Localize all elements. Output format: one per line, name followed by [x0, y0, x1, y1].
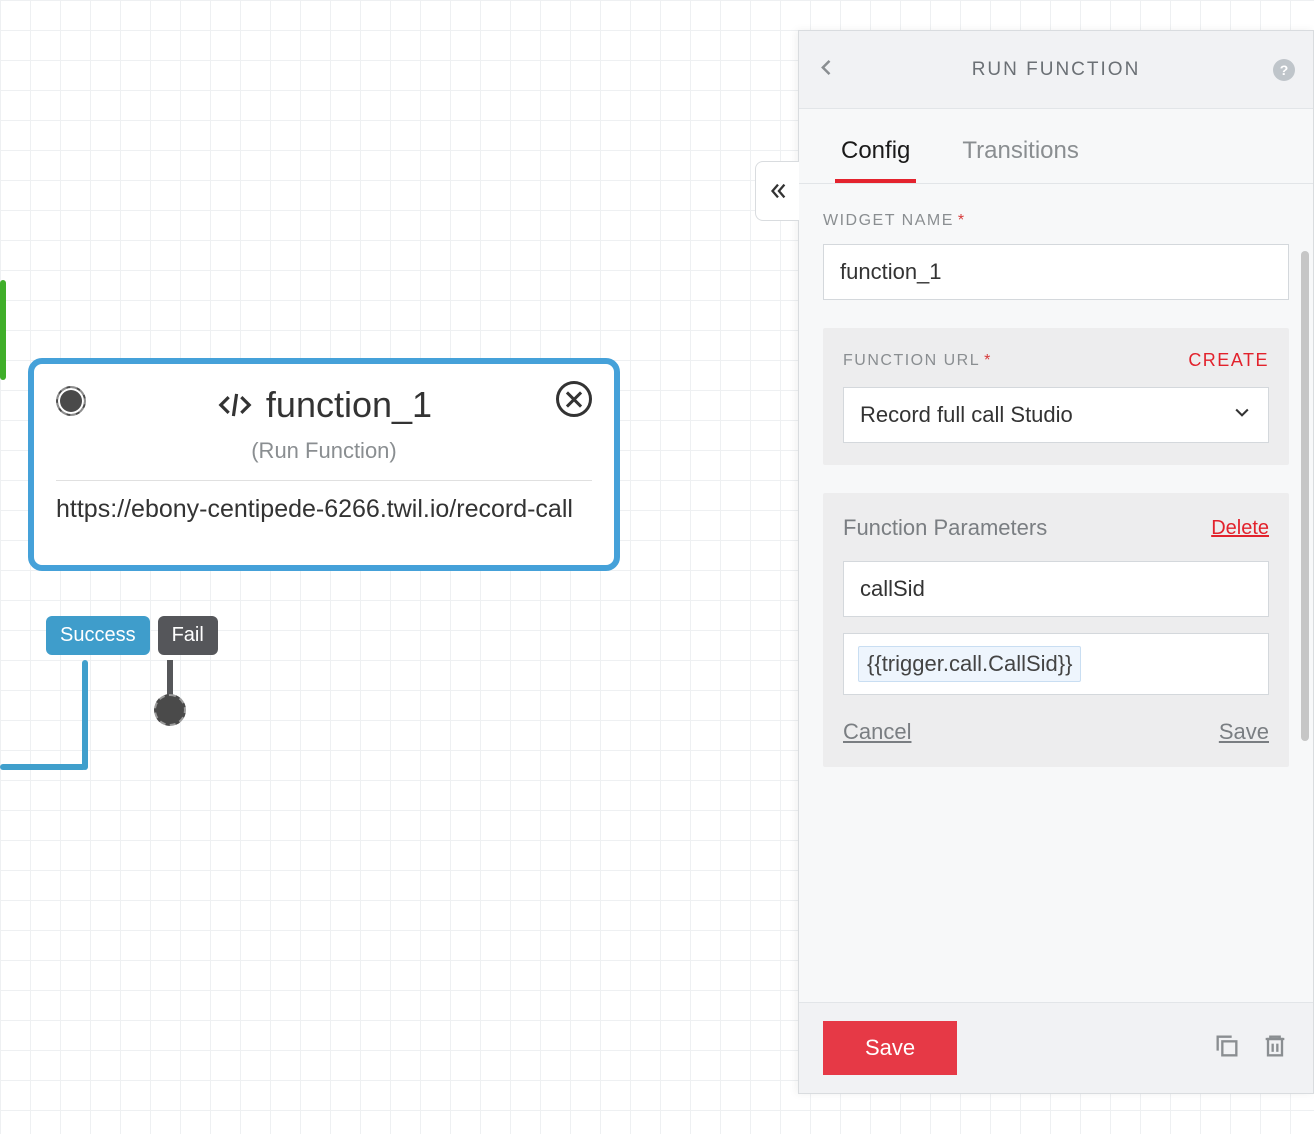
panel-header: RUN FUNCTION ?	[799, 31, 1313, 109]
connector-success-h	[0, 764, 86, 770]
function-parameters-section: Function Parameters Delete {{trigger.cal…	[823, 493, 1289, 767]
widget-name-input[interactable]	[823, 244, 1289, 300]
widget-name-label: WIDGET NAME*	[823, 212, 1289, 230]
widget-subtitle: (Run Function)	[56, 438, 592, 464]
connector-success	[82, 660, 88, 770]
panel-tabs: Config Transitions	[799, 121, 1313, 184]
panel-title: RUN FUNCTION	[972, 59, 1141, 81]
tab-transitions[interactable]: Transitions	[956, 121, 1084, 183]
param-key-input[interactable]	[843, 561, 1269, 617]
save-button[interactable]: Save	[823, 1021, 957, 1075]
chevron-down-icon	[1232, 402, 1252, 428]
function-url-label: FUNCTION URL*	[843, 352, 992, 370]
widget-card[interactable]: function_1 (Run Function) https://ebony-…	[28, 358, 620, 571]
trash-icon[interactable]	[1261, 1032, 1289, 1065]
panel-body: WIDGET NAME* FUNCTION URL* CREATE Record…	[799, 184, 1313, 1093]
widget-name-label-text: WIDGET NAME	[823, 212, 954, 229]
scrollbar[interactable]	[1301, 251, 1309, 741]
function-url-label-text: FUNCTION URL	[843, 352, 980, 369]
param-cancel-link[interactable]: Cancel	[843, 719, 911, 745]
config-panel: RUN FUNCTION ? Config Transitions WIDGET…	[798, 30, 1314, 1094]
create-link[interactable]: CREATE	[1188, 350, 1269, 371]
function-url-select[interactable]: Record full call Studio	[843, 387, 1269, 443]
widget-title: function_1	[266, 384, 432, 426]
outcome-fail[interactable]: Fail	[158, 616, 218, 655]
param-value-input[interactable]: {{trigger.call.CallSid}}	[843, 633, 1269, 695]
collapse-panel-button[interactable]	[755, 161, 799, 221]
function-url-section: FUNCTION URL* CREATE Record full call St…	[823, 328, 1289, 465]
divider	[56, 480, 592, 481]
connector-green	[0, 280, 6, 380]
fail-endpoint-node[interactable]	[154, 694, 186, 726]
panel-footer: Save	[799, 1002, 1313, 1093]
param-save-link[interactable]: Save	[1219, 719, 1269, 745]
widget-url: https://ebony-centipede-6266.twil.io/rec…	[56, 493, 592, 555]
delete-link[interactable]: Delete	[1211, 517, 1269, 540]
drag-handle[interactable]	[56, 386, 86, 416]
function-parameters-title: Function Parameters	[843, 515, 1047, 541]
tab-config[interactable]: Config	[835, 121, 916, 183]
back-icon[interactable]	[817, 57, 837, 82]
help-icon[interactable]: ?	[1273, 59, 1295, 81]
outcome-success[interactable]: Success	[46, 616, 150, 655]
function-url-value: Record full call Studio	[860, 402, 1073, 428]
code-icon	[216, 386, 254, 424]
param-value-token: {{trigger.call.CallSid}}	[858, 646, 1081, 682]
duplicate-icon[interactable]	[1213, 1032, 1241, 1065]
close-icon[interactable]	[556, 381, 592, 417]
